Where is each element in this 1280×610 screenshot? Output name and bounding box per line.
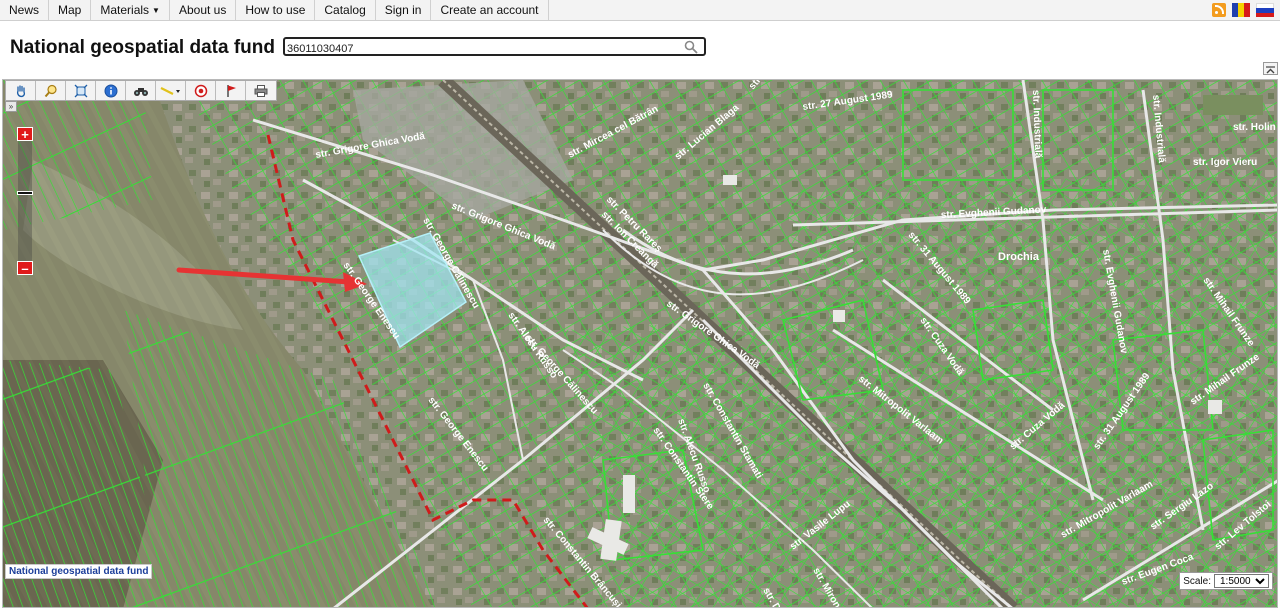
chevron-down-icon: ▼ <box>152 6 160 15</box>
info-icon <box>104 84 117 97</box>
nav-map-label: Map <box>58 3 82 17</box>
measure-icon <box>160 86 180 95</box>
zoom-in-button[interactable]: + <box>17 127 33 141</box>
minus-icon: – <box>21 261 29 276</box>
collapse-up-icon <box>1266 66 1275 74</box>
page-title: National geospatial data fund <box>10 37 275 58</box>
flag-russia-icon[interactable] <box>1256 3 1274 17</box>
place-label-drochia: Drochia <box>998 251 1040 263</box>
binoculars-icon <box>133 87 148 96</box>
zoom-box-icon <box>44 84 57 97</box>
print-icon <box>254 84 268 97</box>
green-roof <box>1203 95 1263 115</box>
nav-materials[interactable]: Materials ▼ <box>91 0 170 20</box>
marker-button[interactable] <box>216 81 246 100</box>
street-label: str. Holin <box>1233 122 1276 133</box>
pan-tool-button[interactable] <box>6 81 36 100</box>
search-box <box>283 37 706 57</box>
nav-materials-label: Materials <box>100 3 150 17</box>
nav-how-to-use-label: How to use <box>245 3 306 17</box>
nav-about-us[interactable]: About us <box>170 0 237 20</box>
nav-how-to-use[interactable]: How to use <box>236 0 316 20</box>
nav-sign-in[interactable]: Sign in <box>376 0 432 20</box>
zoom-out-button[interactable]: – <box>17 261 33 275</box>
top-navigation: News Map Materials ▼ About us How to use … <box>0 0 1280 21</box>
identify-button[interactable] <box>96 81 126 100</box>
full-extent-icon <box>74 84 87 97</box>
attribution-link[interactable]: National geospatial data fund <box>5 564 153 579</box>
chevron-right-icon: » <box>8 102 14 111</box>
plus-icon: + <box>21 127 29 142</box>
scale-control: Scale: 1:5000 <box>1179 572 1273 590</box>
find-button[interactable] <box>126 81 156 100</box>
nav-create-account[interactable]: Create an account <box>431 0 549 20</box>
search-input[interactable] <box>285 41 675 57</box>
map-viewport[interactable]: str. Grigore Ghica Vodă str. Grigore Ghi… <box>2 79 1278 608</box>
rss-icon[interactable] <box>1212 3 1226 17</box>
scale-label: Scale: <box>1183 575 1211 587</box>
pan-icon <box>16 84 25 97</box>
header: National geospatial data fund <box>0 22 1280 78</box>
nav-right-icons <box>1212 3 1274 17</box>
search-icon[interactable] <box>684 40 698 54</box>
nav-news-label: News <box>9 3 40 17</box>
target-icon <box>194 84 207 97</box>
scale-select[interactable]: 1:5000 <box>1214 574 1269 588</box>
nav-catalog[interactable]: Catalog <box>315 0 376 20</box>
full-extent-button[interactable] <box>66 81 96 100</box>
flag-icon <box>226 84 236 97</box>
print-button[interactable] <box>246 81 276 100</box>
street-label: str. Igor Vieru <box>1193 157 1257 168</box>
nav-about-label: About us <box>178 3 227 17</box>
panel-toggle-button[interactable]: » <box>5 101 17 112</box>
nav-news[interactable]: News <box>0 0 50 20</box>
zoom-box-button[interactable] <box>36 81 66 100</box>
zoom-slider-rail[interactable] <box>18 141 32 261</box>
nav-catalog-label: Catalog <box>324 3 366 17</box>
map-toolbar <box>5 80 277 101</box>
nav-create-account-label: Create an account <box>440 3 539 17</box>
map-canvas[interactable]: str. Grigore Ghica Vodă str. Grigore Ghi… <box>3 80 1278 608</box>
flag-moldova-icon[interactable] <box>1232 3 1250 17</box>
measure-button[interactable] <box>156 81 186 100</box>
collapse-header-button[interactable] <box>1263 62 1278 75</box>
zoom-control: + – <box>17 127 33 275</box>
nav-map[interactable]: Map <box>49 0 92 20</box>
nav-sign-in-label: Sign in <box>384 3 422 17</box>
zoom-slider-handle[interactable] <box>17 191 33 195</box>
locate-button[interactable] <box>186 81 216 100</box>
